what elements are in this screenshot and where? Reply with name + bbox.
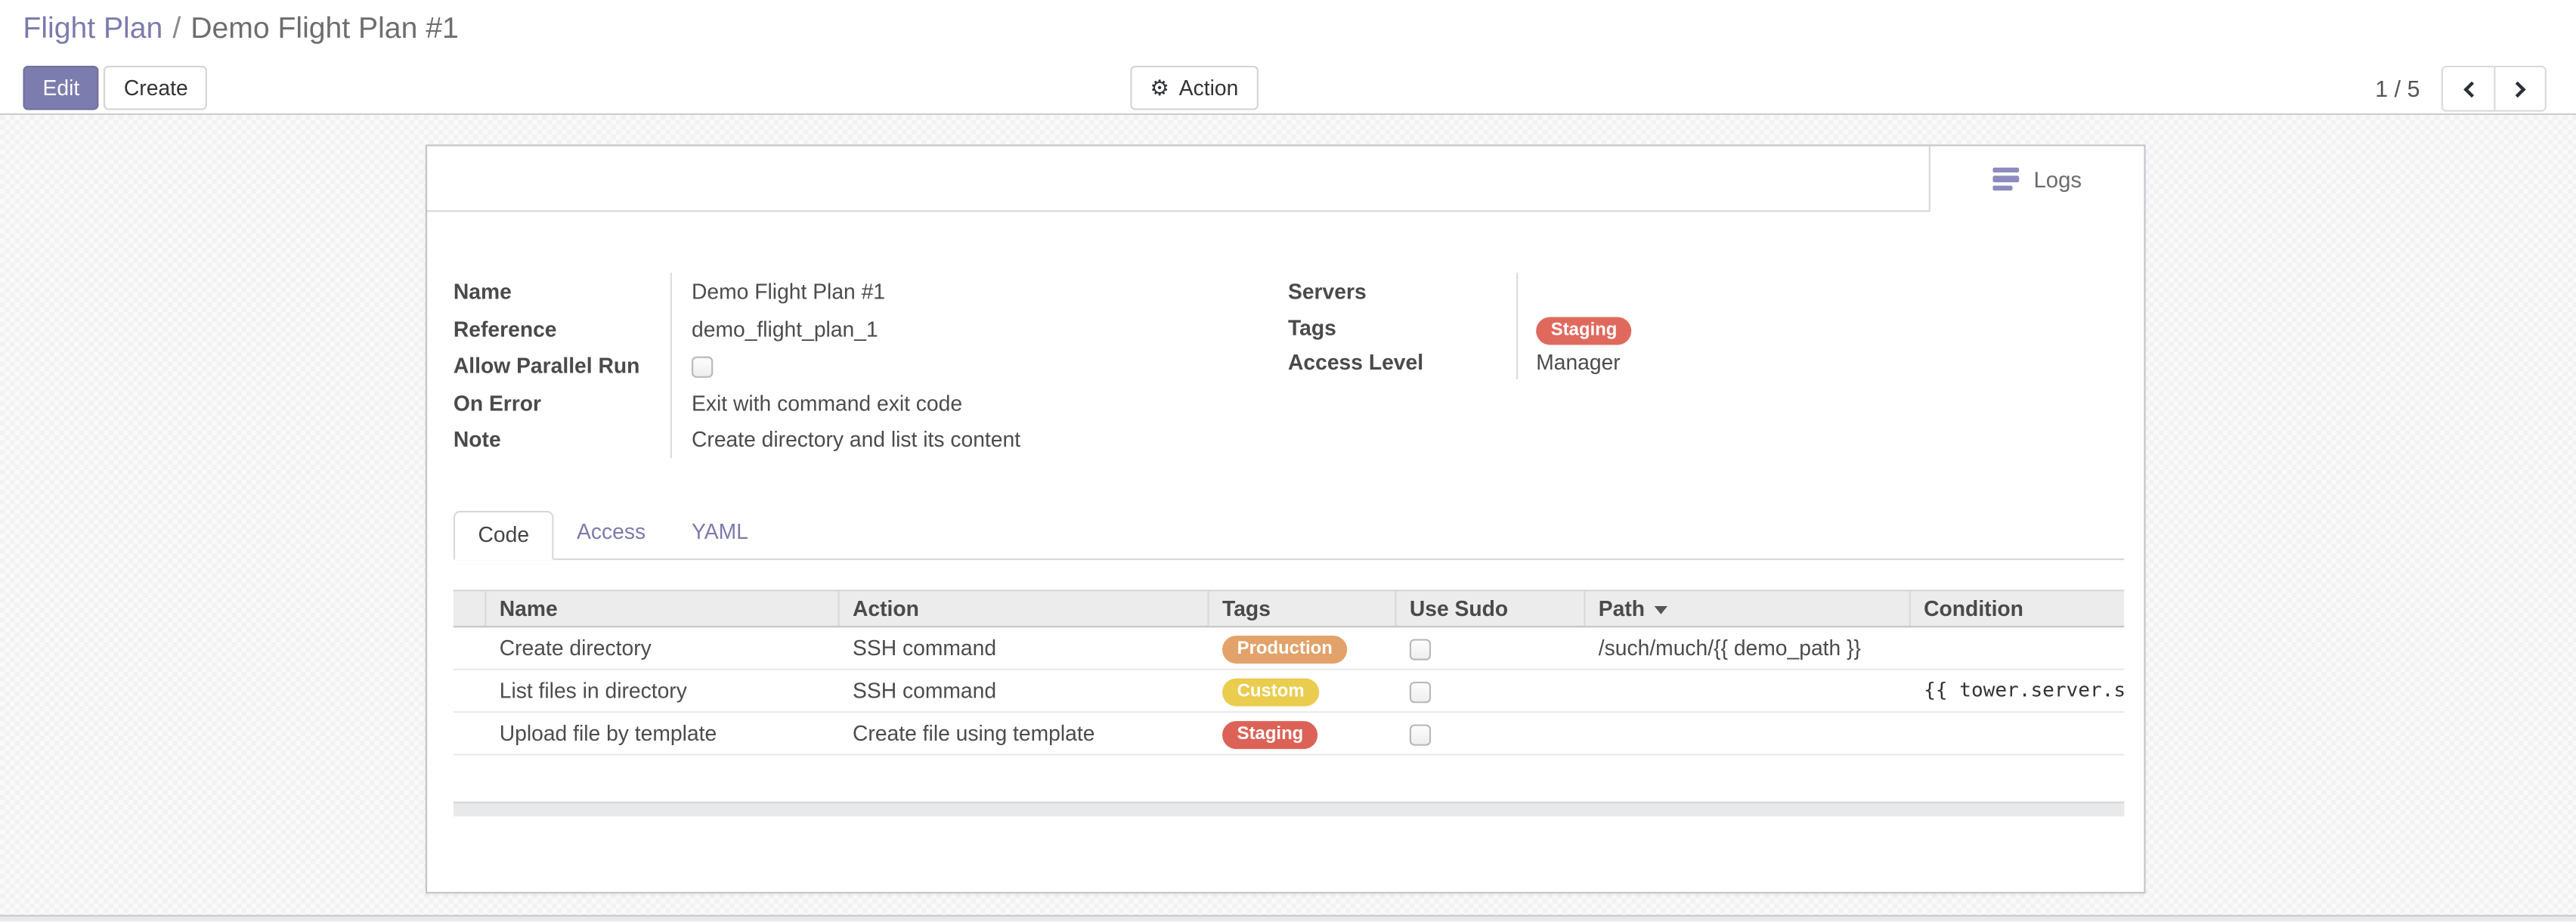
commands-table: Name Action Tags Use Sudo Path Condition… (454, 589, 2124, 756)
logs-bars-icon (1992, 167, 2019, 191)
tab-code[interactable]: Code (454, 511, 554, 560)
field-value-reference: demo_flight_plan_1 (670, 310, 1144, 347)
button-box: Logs (427, 146, 2144, 212)
field-value-servers (1516, 273, 1994, 308)
field-value-allow-parallel-run (670, 347, 1144, 384)
bottom-edge-strip (0, 915, 2576, 922)
breadcrumb-separator: / (172, 11, 181, 44)
sort-desc-icon (1655, 606, 1667, 614)
table-header-tags[interactable]: Tags (1209, 591, 1397, 626)
cell-tags: Custom (1209, 670, 1397, 711)
cell-name: Upload file by template (486, 713, 839, 753)
tag-badge-staging[interactable]: Staging (1536, 316, 1632, 344)
field-value-on-error: Exit with command exit code (670, 384, 1144, 421)
field-value-access-level: Manager (1516, 343, 1994, 379)
pager-previous-button[interactable] (2443, 67, 2494, 110)
tag-badge-staging-row: Staging (1222, 720, 1318, 748)
tag-badge-production: Production (1222, 635, 1347, 663)
form-sheet: Logs Name Demo Flight Plan #1 Reference … (426, 144, 2146, 893)
chevron-right-icon (2509, 81, 2526, 97)
use-sudo-checkbox[interactable] (1410, 725, 1431, 746)
notebook-tabs: Code Access YAML (454, 511, 2124, 560)
use-sudo-checkbox[interactable] (1410, 682, 1431, 703)
breadcrumb-current: Demo Flight Plan #1 (190, 11, 458, 44)
app-window: Flight Plan / Demo Flight Plan #1 Edit Cre… (0, 0, 2576, 922)
field-value-name: Demo Flight Plan #1 (670, 273, 1144, 310)
logs-stat-button[interactable]: Logs (1929, 146, 2144, 212)
chevron-left-icon (2463, 81, 2479, 97)
cell-use-sudo (1396, 670, 1585, 711)
field-label-note: Note (454, 420, 670, 457)
row-handle[interactable] (454, 713, 486, 753)
form-buttons: Edit Create (23, 66, 207, 110)
pager-counter: 1 / 5 (2375, 76, 2420, 102)
field-value-tags: Staging (1516, 308, 1994, 344)
cell-use-sudo (1396, 713, 1585, 753)
cell-action: SSH command (840, 627, 1209, 668)
field-label-name: Name (454, 273, 670, 310)
field-group-left: Name Demo Flight Plan #1 Reference demo_… (454, 273, 1144, 458)
cell-name: List files in directory (486, 670, 839, 711)
breadcrumb: Flight Plan / Demo Flight Plan #1 (23, 11, 458, 46)
action-button-label: Action (1179, 76, 1239, 101)
cell-tags: Staging (1209, 713, 1397, 753)
row-handle[interactable] (454, 670, 486, 711)
cell-condition (1911, 627, 2125, 668)
action-menu-button[interactable]: ⚙ Action (1130, 66, 1258, 110)
field-label-on-error: On Error (454, 384, 670, 421)
field-label-access-level: Access Level (1288, 343, 1516, 379)
horizontal-scrollbar[interactable] (454, 802, 2124, 817)
cell-condition (1911, 713, 2125, 753)
pager-next-button[interactable] (2494, 67, 2544, 110)
cell-action: Create file using template (840, 713, 1209, 753)
gear-icon: ⚙ (1150, 77, 1169, 98)
table-row[interactable]: List files in directory SSH command Cust… (454, 670, 2124, 713)
cell-use-sudo (1396, 627, 1585, 668)
field-label-tags: Tags (1288, 308, 1516, 344)
table-row[interactable]: Create directory SSH command Production … (454, 627, 2124, 670)
cell-condition: {{ tower.server.sta (1911, 670, 2125, 711)
table-row[interactable]: Upload file by template Create file usin… (454, 713, 2124, 756)
table-header-row: Name Action Tags Use Sudo Path Condition… (454, 589, 2124, 627)
table-header-handle (454, 591, 486, 626)
use-sudo-checkbox[interactable] (1410, 639, 1431, 661)
table-header-name[interactable]: Name (486, 591, 839, 626)
table-header-use-sudo[interactable]: Use Sudo (1396, 591, 1585, 626)
field-label-reference: Reference (454, 310, 670, 347)
logs-button-label: Logs (2033, 167, 2082, 192)
form-view-background: Logs Name Demo Flight Plan #1 Reference … (0, 115, 2576, 922)
tag-badge-custom: Custom (1222, 678, 1319, 706)
pager-buttons (2441, 66, 2547, 112)
cell-tags: Production (1209, 627, 1397, 668)
cell-action: SSH command (840, 670, 1209, 711)
cell-name: Create directory (486, 627, 839, 668)
cell-path: /such/much/{{ demo_path }} (1585, 627, 1910, 668)
field-value-note: Create directory and list its content (670, 420, 1144, 457)
edit-button[interactable]: Edit (23, 66, 99, 110)
tab-access[interactable]: Access (554, 509, 669, 558)
table-header-condition[interactable]: Condition (1911, 591, 2125, 626)
cell-path (1585, 713, 1910, 753)
field-label-allow-parallel-run: Allow Parallel Run (454, 347, 670, 384)
record-pager: 1 / 5 (2375, 66, 2547, 112)
cell-path (1585, 670, 1910, 711)
field-label-servers: Servers (1288, 273, 1516, 308)
tab-yaml[interactable]: YAML (669, 509, 772, 558)
table-header-action[interactable]: Action (840, 591, 1209, 626)
control-panel: Flight Plan / Demo Flight Plan #1 Edit Cre… (0, 0, 2576, 115)
table-header-path[interactable]: Path (1585, 591, 1910, 626)
create-button[interactable]: Create (104, 66, 208, 110)
allow-parallel-run-checkbox[interactable] (692, 357, 713, 378)
row-handle[interactable] (454, 627, 486, 668)
breadcrumb-parent-link[interactable]: Flight Plan (23, 11, 163, 44)
field-group-right: Servers Tags Staging Access Level Manage… (1288, 273, 1995, 379)
